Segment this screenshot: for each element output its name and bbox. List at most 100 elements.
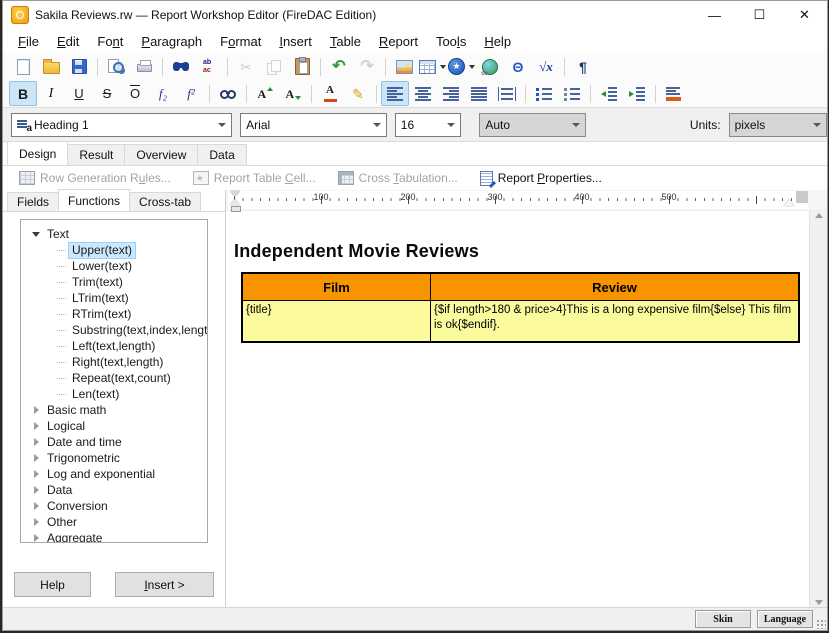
vertical-scrollbar[interactable] [809, 211, 827, 607]
tab-functions[interactable]: Functions [58, 189, 130, 211]
bold-button[interactable]: B [9, 81, 37, 106]
tree-item-data[interactable]: Data [21, 482, 207, 498]
menu-item-report[interactable]: Report [370, 32, 427, 51]
insert-function-button[interactable]: Insert > [115, 572, 214, 597]
tree-item-left-text-length[interactable]: Left(text,length) [21, 338, 207, 354]
resize-grip[interactable] [816, 619, 826, 629]
decrease-indent-button[interactable] [595, 81, 623, 106]
highlight-button[interactable]: ✎ [344, 81, 372, 106]
numbered-list-button[interactable] [558, 81, 586, 106]
redo-button[interactable]: ↷ [353, 54, 381, 79]
first-line-indent-marker[interactable] [230, 191, 240, 197]
left-indent-marker[interactable] [231, 206, 241, 212]
glasses-button[interactable] [214, 81, 242, 106]
print-preview-button[interactable] [102, 54, 130, 79]
menu-item-paragraph[interactable]: Paragraph [132, 32, 211, 51]
report-table-cell-button[interactable]: Report Table Cell... [185, 169, 324, 187]
help-button[interactable]: Help [14, 572, 91, 597]
insert-table-button[interactable] [418, 54, 447, 79]
font-family-select[interactable]: Arial [240, 113, 387, 137]
cut-button[interactable]: ✂ [232, 54, 260, 79]
tree-item-right-text-length[interactable]: Right(text,length) [21, 354, 207, 370]
table-header-review[interactable]: Review [431, 273, 800, 301]
document-canvas[interactable]: Independent Movie Reviews Film Review {t… [226, 211, 809, 607]
menu-item-font[interactable]: Font [88, 32, 132, 51]
find-button[interactable] [167, 54, 195, 79]
save-button[interactable] [65, 54, 93, 79]
tab-data[interactable]: Data [197, 144, 246, 165]
tree-item-upper-text[interactable]: Upper(text) [21, 242, 207, 258]
cross-tabulation-button[interactable]: Cross Tabulation... [330, 169, 466, 187]
skin-button[interactable]: Skin [695, 610, 751, 628]
table-header-film[interactable]: Film [242, 273, 431, 301]
table-cell-review[interactable]: {$if length>180 & price>4}This is a long… [431, 301, 800, 343]
new-document-button[interactable] [9, 54, 37, 79]
paste-button[interactable] [288, 54, 316, 79]
menu-item-insert[interactable]: Insert [270, 32, 321, 51]
tree-item-repeat-text-count[interactable]: Repeat(text,count) [21, 370, 207, 386]
align-left-button[interactable] [381, 81, 409, 106]
tab-fields[interactable]: Fields [7, 192, 59, 211]
report-properties-button[interactable]: Report Properties... [472, 169, 610, 188]
tree-item-text[interactable]: Text [21, 226, 207, 242]
document-heading[interactable]: Independent Movie Reviews [234, 241, 809, 262]
menu-item-format[interactable]: Format [211, 32, 270, 51]
tree-item-trim-text[interactable]: Trim(text) [21, 274, 207, 290]
tab-cross-tab[interactable]: Cross-tab [129, 192, 201, 211]
tree-item-lower-text[interactable]: Lower(text) [21, 258, 207, 274]
font-color-button[interactable] [316, 81, 344, 106]
paragraph-style-select[interactable]: Heading 1 [11, 113, 232, 137]
tree-item-rtrim-text[interactable]: RTrim(text) [21, 306, 207, 322]
tree-item-substring-text-index-length[interactable]: Substring(text,index,length) [21, 322, 207, 338]
tree-item-ltrim-text[interactable]: LTrim(text) [21, 290, 207, 306]
minimize-button[interactable]: — [692, 1, 737, 29]
menu-item-help[interactable]: Help [475, 32, 520, 51]
tree-item-aggregate[interactable]: Aggregate [21, 530, 207, 543]
tab-overview[interactable]: Overview [124, 144, 198, 165]
tab-result[interactable]: Result [67, 144, 125, 165]
tree-item-date-and-time[interactable]: Date and time [21, 434, 207, 450]
zoom-select[interactable]: Auto [479, 113, 586, 137]
insert-symbol-button[interactable] [447, 54, 476, 79]
overline-button[interactable]: O [121, 81, 149, 106]
bullet-list-button[interactable] [530, 81, 558, 106]
language-button[interactable]: Language [757, 610, 813, 628]
tree-item-logical[interactable]: Logical [21, 418, 207, 434]
font-size-select[interactable]: 16 [395, 113, 462, 137]
tree-item-log-and-exponential[interactable]: Log and exponential [21, 466, 207, 482]
insert-hyperlink-button[interactable] [476, 54, 504, 79]
print-button[interactable] [130, 54, 158, 79]
tree-item-other[interactable]: Other [21, 514, 207, 530]
justify-button[interactable] [465, 81, 493, 106]
tree-item-basic-math[interactable]: Basic math [21, 402, 207, 418]
tree-item-conversion[interactable]: Conversion [21, 498, 207, 514]
menu-item-table[interactable]: Table [321, 32, 370, 51]
strikethrough-button[interactable]: S [93, 81, 121, 106]
shrink-font-button[interactable] [279, 81, 307, 106]
replace-button[interactable] [195, 54, 223, 79]
insert-field-button[interactable]: Θ [504, 54, 532, 79]
hanging-indent-marker[interactable] [230, 199, 240, 205]
tree-item-trigonometric[interactable]: Trigonometric [21, 450, 207, 466]
line-spacing-button[interactable] [493, 81, 521, 106]
grow-font-button[interactable] [251, 81, 279, 106]
row-generation-rules-button[interactable]: Row Generation Rules... [11, 169, 179, 187]
right-indent-marker[interactable] [784, 199, 794, 206]
open-button[interactable] [37, 54, 65, 79]
units-select[interactable]: pixels [729, 113, 827, 137]
insert-image-button[interactable] [390, 54, 418, 79]
menu-item-tools[interactable]: Tools [427, 32, 475, 51]
tab-design[interactable]: Design [7, 141, 68, 165]
copy-button[interactable] [260, 54, 288, 79]
align-center-button[interactable] [409, 81, 437, 106]
superscript-button[interactable]: f² [177, 81, 205, 106]
menu-item-file[interactable]: File [9, 32, 48, 51]
subscript-button[interactable]: f₂ [149, 81, 177, 106]
underline-button[interactable]: U [65, 81, 93, 106]
insert-formula-button[interactable]: √x [532, 54, 560, 79]
menu-item-edit[interactable]: Edit [48, 32, 88, 51]
scroll-up-icon[interactable] [815, 213, 823, 218]
undo-button[interactable]: ↶ [325, 54, 353, 79]
tree-item-len-text[interactable]: Len(text) [21, 386, 207, 402]
increase-indent-button[interactable] [623, 81, 651, 106]
